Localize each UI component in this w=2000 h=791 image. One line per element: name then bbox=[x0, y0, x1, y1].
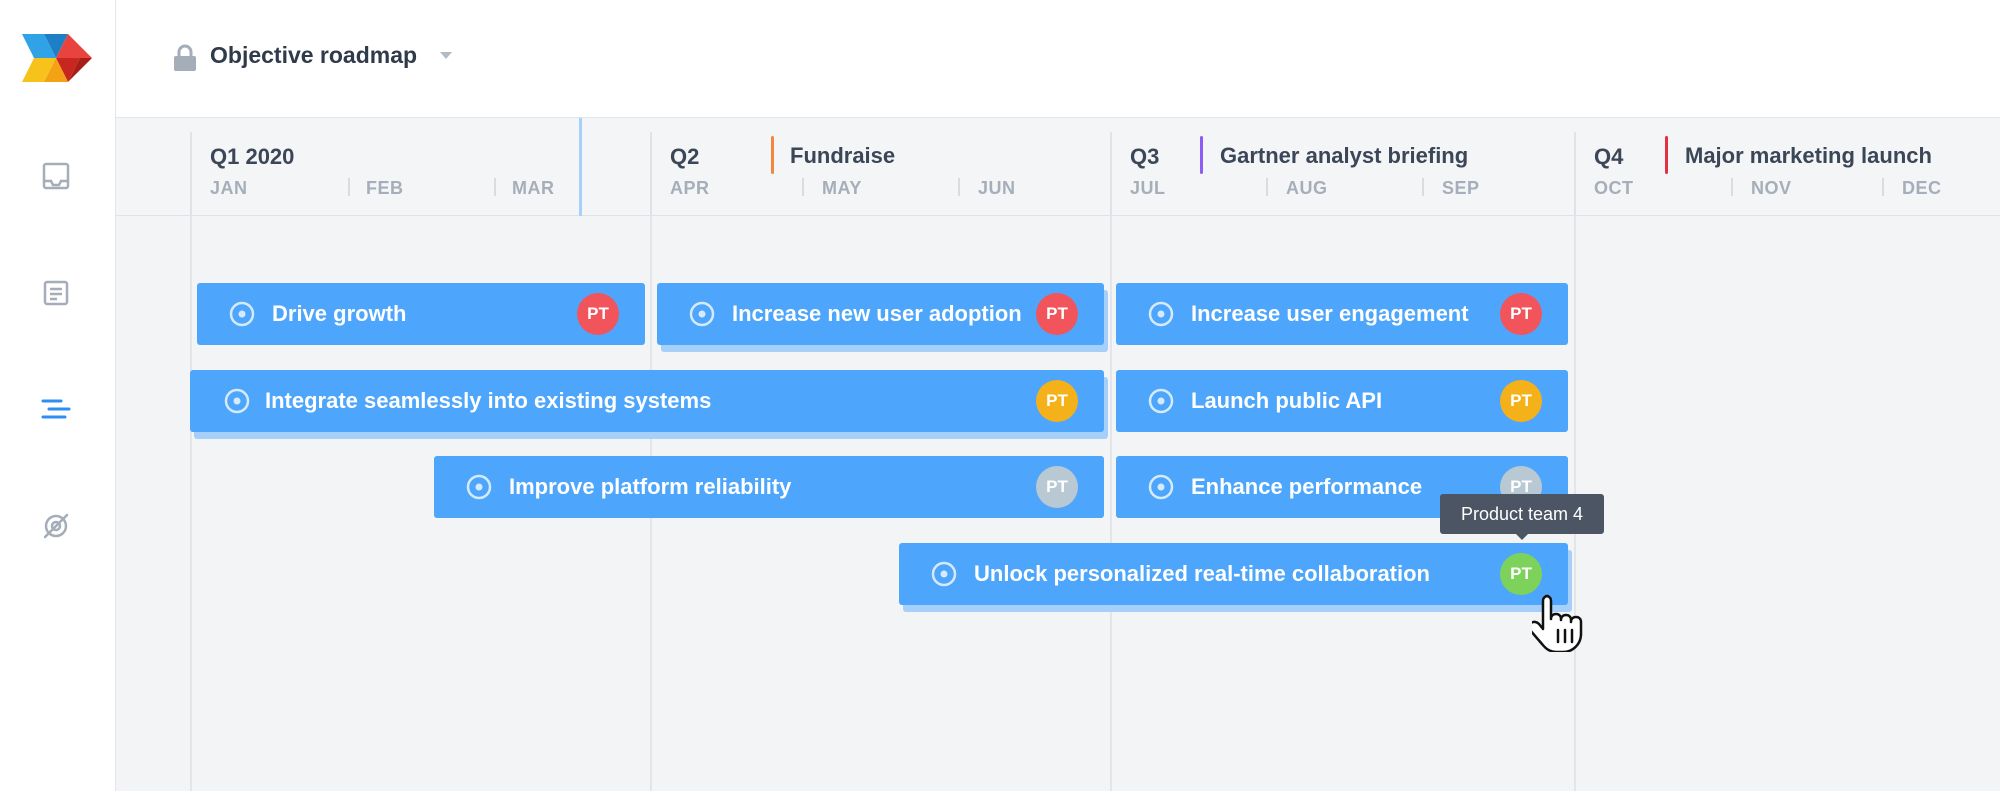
objective-label: Enhance performance bbox=[1191, 474, 1423, 499]
month-tick bbox=[494, 178, 496, 196]
objective-label: Drive growth bbox=[272, 301, 407, 326]
inbox-icon[interactable] bbox=[38, 158, 74, 194]
month-tick bbox=[1882, 178, 1884, 196]
tooltip-arrow bbox=[1515, 533, 1529, 540]
target-icon bbox=[689, 301, 715, 327]
target-icon bbox=[1148, 388, 1174, 414]
milestone-marker bbox=[1665, 136, 1668, 174]
quarter-label: Q3 bbox=[1130, 144, 1160, 169]
target-icon bbox=[931, 561, 957, 587]
objective-bar[interactable]: Integrate seamlessly into existing syste… bbox=[190, 370, 1104, 432]
objective-bar[interactable]: Increase new user adoption PT bbox=[657, 283, 1104, 345]
month-label: MAY bbox=[822, 178, 862, 198]
target-icon bbox=[466, 474, 492, 500]
lock-icon bbox=[174, 44, 196, 71]
roadmap-icon[interactable] bbox=[38, 391, 74, 427]
document-icon[interactable] bbox=[38, 275, 74, 311]
month-label: JUL bbox=[1130, 178, 1166, 198]
owner-avatar[interactable]: PT bbox=[1500, 380, 1542, 422]
objective-bar[interactable]: Improve platform reliability PT bbox=[434, 456, 1104, 518]
quarter-gridline bbox=[1110, 216, 1112, 791]
quarter-divider bbox=[650, 132, 652, 216]
month-label: SEP bbox=[1442, 178, 1480, 198]
owner-avatar[interactable]: PT bbox=[1500, 553, 1542, 595]
milestone-marker bbox=[1200, 136, 1203, 174]
quarter-divider bbox=[1110, 132, 1112, 216]
month-tick bbox=[1266, 178, 1268, 196]
milestone-label[interactable]: Fundraise bbox=[790, 143, 895, 169]
objective-bar[interactable]: Launch public API PT bbox=[1116, 370, 1568, 432]
app-window: Objective roadmap Q1 2020 JAN FEB MAR Q2… bbox=[0, 0, 2000, 791]
quarter-label: Q4 bbox=[1594, 144, 1624, 169]
month-label: MAR bbox=[512, 178, 555, 198]
owner-avatar[interactable]: PT bbox=[1036, 380, 1078, 422]
target-icon bbox=[1148, 301, 1174, 327]
month-label: JUN bbox=[978, 178, 1016, 198]
left-rail bbox=[0, 0, 116, 791]
milestone-marker bbox=[771, 136, 774, 174]
today-marker bbox=[579, 118, 582, 216]
caret-down-icon[interactable] bbox=[440, 52, 452, 60]
objective-label: Increase new user adoption bbox=[732, 301, 1022, 326]
owner-avatar[interactable]: PT bbox=[577, 293, 619, 335]
owner-avatar[interactable]: PT bbox=[1500, 293, 1542, 335]
month-tick bbox=[802, 178, 804, 196]
month-tick bbox=[348, 178, 350, 196]
month-label: FEB bbox=[366, 178, 404, 198]
timeline-header: Q1 2020 JAN FEB MAR Q2 Fundraise APR MAY… bbox=[116, 118, 2000, 216]
objective-bar[interactable]: Drive growth PT bbox=[197, 283, 645, 345]
objective-label: Improve platform reliability bbox=[509, 474, 792, 499]
month-tick bbox=[1422, 178, 1424, 196]
target-icon bbox=[229, 301, 255, 327]
month-label: AUG bbox=[1286, 178, 1328, 198]
objective-label: Launch public API bbox=[1191, 388, 1383, 413]
owner-avatar[interactable]: PT bbox=[1036, 293, 1078, 335]
milestone-label[interactable]: Major marketing launch bbox=[1685, 143, 1932, 169]
quarter-label: Q1 2020 bbox=[210, 144, 295, 169]
objective-label: Integrate seamlessly into existing syste… bbox=[265, 388, 712, 413]
owner-avatar[interactable]: PT bbox=[1036, 466, 1078, 508]
quarter-label: Q2 bbox=[670, 144, 700, 169]
objective-bar[interactable]: Increase user engagement PT bbox=[1116, 283, 1568, 345]
quarter-divider bbox=[1574, 132, 1576, 216]
eye-off-icon[interactable] bbox=[38, 508, 74, 544]
hand-cursor-icon bbox=[1532, 594, 1583, 652]
milestone-label[interactable]: Gartner analyst briefing bbox=[1220, 143, 1468, 169]
quarter-divider bbox=[190, 132, 192, 216]
page-header: Objective roadmap bbox=[116, 0, 2000, 118]
target-icon bbox=[1148, 474, 1174, 500]
month-label: APR bbox=[670, 178, 710, 198]
avatar-tooltip: Product team 4 bbox=[1440, 494, 1604, 534]
page-title[interactable]: Objective roadmap bbox=[210, 42, 417, 69]
month-label: OCT bbox=[1594, 178, 1634, 198]
app-logo[interactable] bbox=[22, 34, 92, 82]
objective-label: Unlock personalized real-time collaborat… bbox=[974, 561, 1430, 586]
month-label: NOV bbox=[1751, 178, 1792, 198]
target-icon bbox=[224, 388, 250, 414]
objective-label: Increase user engagement bbox=[1191, 301, 1469, 326]
month-label: DEC bbox=[1902, 178, 1942, 198]
month-tick bbox=[1731, 178, 1733, 196]
month-label: JAN bbox=[210, 178, 248, 198]
objective-bar[interactable]: Unlock personalized real-time collaborat… bbox=[899, 543, 1568, 605]
quarter-gridline bbox=[190, 216, 192, 791]
month-tick bbox=[958, 178, 960, 196]
